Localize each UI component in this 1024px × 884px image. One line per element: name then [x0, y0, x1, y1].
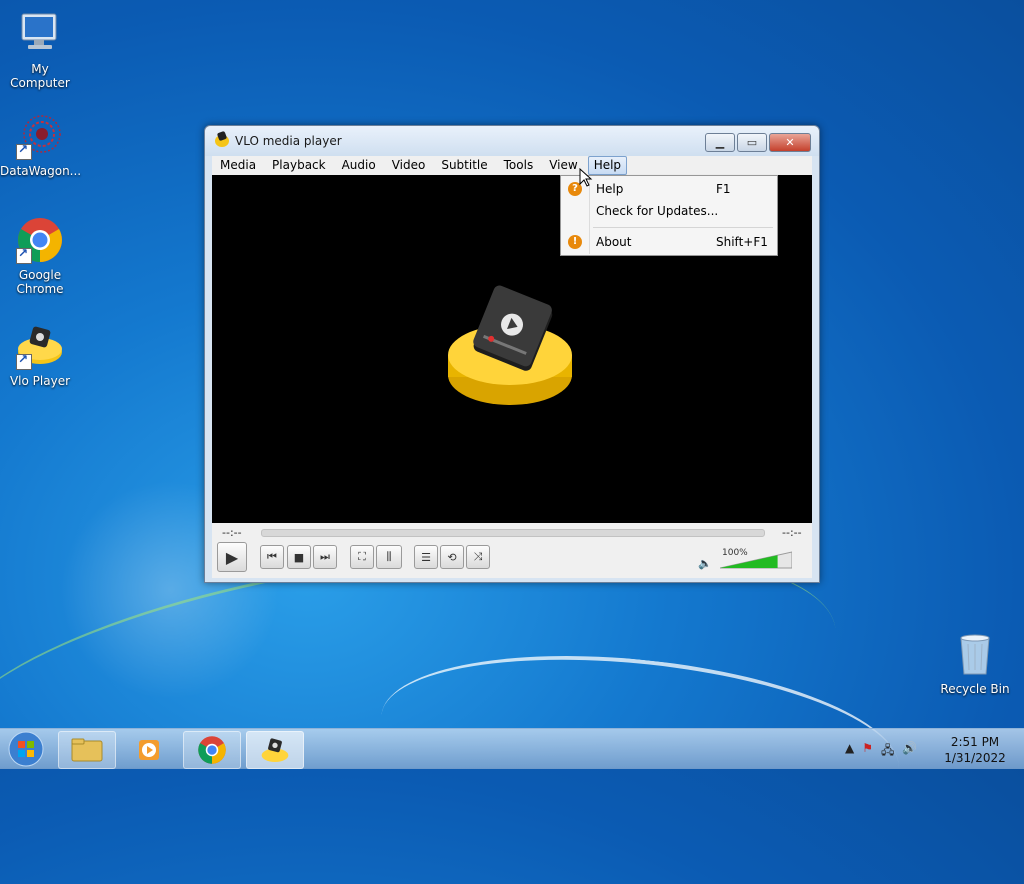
help-menu-item-about[interactable]: ! About Shift+F1 [562, 231, 776, 253]
menu-item-label: About [596, 235, 632, 249]
vlo-player-icon [16, 322, 64, 370]
minimize-button[interactable]: ▁ [705, 133, 735, 152]
taskbar-clock[interactable]: 2:51 PM 1/31/2022 [935, 734, 1015, 766]
menu-separator [593, 227, 773, 228]
next-button[interactable]: ⏭ [313, 545, 337, 569]
taskbar-file-explorer[interactable] [58, 731, 116, 769]
datawagon-icon [16, 112, 64, 160]
window-title: VLO media player [235, 134, 342, 148]
desktop-icon-vlo-player[interactable]: Vlo Player [0, 322, 80, 388]
menu-help[interactable]: Help [587, 156, 628, 175]
desktop-icon-label: My Computer [10, 62, 70, 90]
media-player-icon [139, 740, 159, 760]
info-icon: ! [568, 235, 582, 249]
maximize-button[interactable]: ▭ [737, 133, 767, 152]
extended-settings-button[interactable]: ⫼ [376, 545, 402, 569]
desktop-icon-google-chrome[interactable]: Google Chrome [0, 216, 80, 296]
stop-icon: ■ [293, 550, 305, 564]
menu-subtitle[interactable]: Subtitle [433, 157, 495, 174]
desktop-icon-label: DataWagon... [0, 164, 82, 178]
fullscreen-button[interactable]: ⛶ [350, 545, 374, 569]
system-tray: ▲ ⚑ 🖧 🔊 [845, 741, 917, 762]
menu-bar: Media Playback Audio Video Subtitle Tool… [212, 156, 812, 175]
menu-item-shortcut: F1 [716, 182, 731, 196]
clock-date: 1/31/2022 [944, 751, 1006, 765]
menu-item-label: Check for Updates... [596, 204, 719, 218]
mouse-cursor-icon [579, 168, 593, 187]
menu-playback[interactable]: Playback [264, 157, 334, 174]
chrome-icon [198, 736, 226, 764]
stop-button[interactable]: ■ [287, 545, 311, 569]
folder-icon [71, 738, 103, 762]
clock-time: 2:51 PM [950, 735, 1000, 749]
seek-bar[interactable] [261, 529, 765, 537]
shortcut-arrow-icon [16, 352, 32, 370]
equalizer-icon: ⫼ [386, 550, 392, 563]
speaker-icon[interactable]: 🔈 [698, 557, 712, 570]
close-button[interactable]: ✕ [769, 133, 811, 152]
start-button[interactable] [4, 730, 48, 768]
playlist-button[interactable]: ☰ [414, 545, 438, 569]
loop-icon: ⟲ [447, 550, 457, 564]
desktop-icon-label: Google Chrome [16, 268, 64, 296]
taskbar-vlo-player[interactable] [246, 731, 304, 769]
window-titlebar[interactable]: VLO media player ▁ ▭ ✕ [205, 126, 819, 156]
play-button[interactable]: ▶ [217, 542, 247, 572]
menu-audio[interactable]: Audio [334, 157, 384, 174]
desktop-icon-datawagon[interactable]: DataWagon... [0, 112, 82, 178]
network-icon[interactable]: 🖧 [881, 741, 894, 762]
next-icon: ⏭ [320, 550, 330, 563]
shortcut-arrow-icon [16, 142, 32, 160]
recycle-bin-icon [951, 630, 999, 678]
remaining-time: --:-- [782, 526, 802, 539]
help-menu-item-help[interactable]: ? Help F1 [562, 178, 776, 200]
shuffle-button[interactable]: ⤨ [466, 545, 490, 569]
elapsed-time: --:-- [222, 526, 242, 539]
menu-item-shortcut: Shift+F1 [716, 235, 768, 249]
previous-button[interactable]: ⏮ [260, 545, 284, 569]
menu-video[interactable]: Video [384, 157, 434, 174]
shuffle-icon: ⤨ [473, 550, 483, 563]
playlist-icon: ☰ [421, 550, 431, 564]
chrome-icon [16, 216, 64, 264]
play-icon: ▶ [225, 547, 239, 567]
taskbar: ▲ ⚑ 🖧 🔊 2:51 PM 1/31/2022 [0, 728, 1024, 769]
previous-icon: ⏮ [267, 550, 277, 563]
shortcut-arrow-icon [16, 246, 32, 264]
computer-icon [16, 10, 64, 58]
volume-slider[interactable] [720, 550, 792, 570]
playback-controls: --:-- --:-- ▶ ⏮ ■ ⏭ ⛶ ⫼ ☰ ⟲ ⤨ 🔈 100% [212, 523, 812, 578]
windows-logo-icon [8, 731, 44, 767]
close-icon: ✕ [785, 136, 795, 149]
menu-tools[interactable]: Tools [496, 157, 542, 174]
maximize-icon: ▭ [746, 136, 758, 149]
minimize-icon: ▁ [715, 136, 725, 149]
vlo-app-icon [215, 135, 229, 147]
desktop-icon-recycle-bin[interactable]: Recycle Bin [935, 630, 1015, 696]
desktop-icon-label: Vlo Player [9, 374, 71, 388]
volume-icon[interactable]: 🔊 [902, 741, 917, 762]
taskbar-media-player[interactable] [120, 731, 178, 769]
fullscreen-icon: ⛶ [358, 550, 366, 563]
desktop-icon-label: Recycle Bin [940, 682, 1010, 696]
taskbar-chrome[interactable] [183, 731, 241, 769]
action-center-flag-icon[interactable]: ⚑ [862, 741, 873, 762]
help-menu-item-check-updates[interactable]: Check for Updates... [562, 200, 776, 222]
loop-button[interactable]: ⟲ [440, 545, 464, 569]
menu-media[interactable]: Media [212, 157, 264, 174]
menu-item-label: Help [596, 182, 624, 196]
show-hidden-icons-icon[interactable]: ▲ [845, 741, 854, 762]
vlo-player-icon [261, 738, 289, 762]
desktop-icon-my-computer[interactable]: My Computer [0, 10, 80, 90]
